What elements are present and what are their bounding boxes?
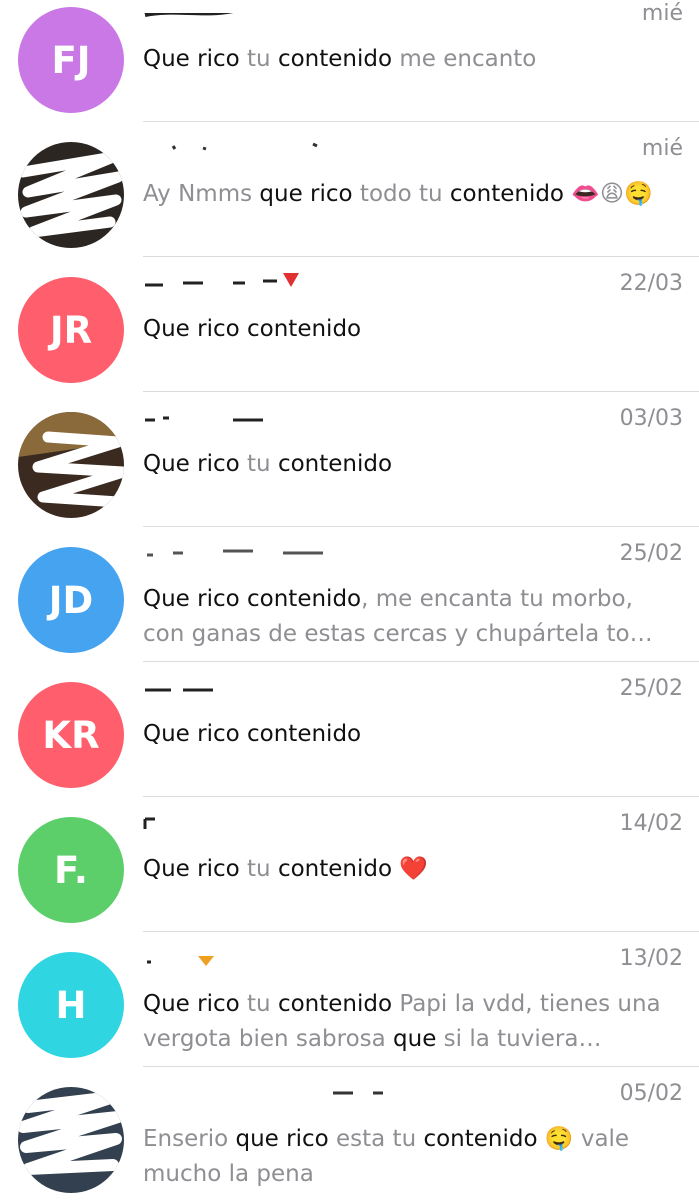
avatar-initials: H [55,983,87,1027]
contact-name [143,1071,383,1105]
message-text: 👄😩🤤 [564,181,653,207]
redacted-name [333,1091,383,1095]
avatar-initials: JD [48,578,94,622]
chat-row[interactable]: 03/03 Que rico tu contenido [0,392,699,527]
avatar-initials: KR [42,713,100,757]
message-preview: Ay Nmms que rico todo tu contenido 👄😩🤤 [143,177,679,212]
message-preview: Que rico contenido, me encanta tu morbo,… [143,582,679,652]
message-highlight: contenido [449,181,565,207]
message-preview: Que rico contenido [143,312,679,347]
chat-date: 03/03 [619,406,683,431]
avatar: KR [18,682,124,788]
message-highlight: contenido [277,856,393,882]
contact-name [143,666,383,700]
scribble-redaction [18,412,124,508]
message-highlight: Que rico [143,856,240,882]
message-highlight: contenido [277,46,393,72]
message-preview: Que rico contenido [143,717,679,752]
message-highlight: que [393,1026,437,1052]
avatar: JR [18,277,124,383]
chat-row[interactable]: KR 25/02 Que rico contenido [0,662,699,797]
avatar-photo [18,1087,124,1193]
chat-row[interactable]: JR 22/03 Que rico contenido [0,257,699,392]
redacted-name [145,416,263,422]
message-highlight: contenido [277,451,393,477]
message-highlight: que rico [259,181,353,207]
chat-date: 13/02 [619,946,683,971]
chat-row[interactable]: FJ mié Que rico tu contenido me encanto [0,0,699,122]
avatar: H [18,952,124,1058]
message-highlight: contenido [423,1126,538,1152]
avatar-photo [18,412,124,518]
message-text: esta tu [328,1126,424,1152]
chat-row[interactable]: F. 14/02 Que rico tu contenido ❤️ [0,797,699,932]
message-highlight: que rico [235,1126,329,1152]
message-preview: Que rico tu contenido Papi la vdd, tiene… [143,987,679,1057]
message-text: tu [239,991,278,1017]
contact-name [143,261,383,295]
avatar-initials: FJ [51,38,91,82]
chat-row[interactable]: mié Ay Nmms que rico todo tu contenido 👄… [0,122,699,257]
chat-date: 25/02 [619,541,683,566]
message-highlight: Que rico contenido [143,586,362,612]
chat-date: 14/02 [619,811,683,836]
chat-row[interactable]: JD 25/02 Que rico contenido, me encanta … [0,527,699,662]
chat-date: mié [641,1,683,26]
avatar: FJ [18,7,124,113]
redacted-name [147,956,214,966]
message-text: ❤️ [392,856,428,882]
chat-date: 05/02 [619,1081,683,1106]
contact-name [143,126,383,160]
redacted-name [143,0,353,17]
message-highlight: Que rico [143,46,240,72]
chat-row[interactable]: 05/02 Enserio que rico esta tu contenido… [0,1067,699,1202]
scribble-redaction [18,1091,124,1175]
message-preview: Que rico tu contenido me encanto [143,42,679,77]
contact-name [143,0,383,25]
redacted-name [147,549,323,557]
redacted-name [171,142,318,151]
scribble-redaction [18,151,124,238]
message-highlight: Que rico contenido [143,316,362,342]
message-preview: Que rico tu contenido [143,447,679,482]
contact-name [143,801,383,835]
chat-date: mié [641,136,683,161]
contact-name [143,936,383,970]
message-text: Enserio [143,1126,236,1152]
chat-date: 22/03 [619,271,683,296]
chat-date: 25/02 [619,676,683,701]
message-preview: Que rico tu contenido ❤️ [143,852,679,887]
contact-name [143,396,383,430]
message-highlight: contenido [277,991,393,1017]
avatar-initials: JR [49,308,93,352]
message-highlight: Que rico contenido [143,721,362,747]
message-text: me encanto [392,46,537,72]
message-text: tu [239,451,278,477]
message-preview: Enserio que rico esta tu contenido 🤤 val… [143,1122,679,1192]
chat-row[interactable]: H 13/02 Que rico tu contenido Papi la vd… [0,932,699,1067]
avatar-photo [18,142,124,248]
message-text: si la tuviera… [436,1026,602,1052]
message-highlight: Que rico [143,451,240,477]
redacted-name [145,273,299,287]
redacted-name [145,688,213,692]
chat-list: FJ mié Que rico tu contenido me encanto … [0,0,699,1202]
avatar: JD [18,547,124,653]
redacted-name [143,817,155,829]
message-text: tu [239,46,278,72]
avatar-initials: F. [54,848,88,892]
contact-name [143,531,383,565]
message-text: todo tu [352,181,450,207]
message-text: Ay Nmms [143,181,260,207]
message-text: tu [239,856,278,882]
avatar: F. [18,817,124,923]
message-highlight: Que rico [143,991,240,1017]
